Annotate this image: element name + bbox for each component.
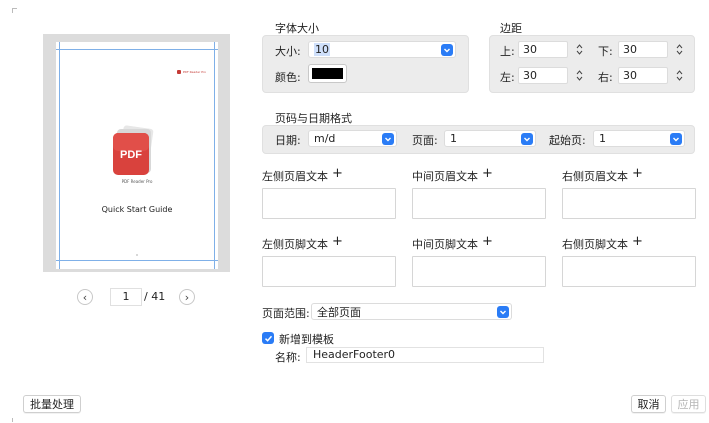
chevron-left-icon: ‹	[82, 290, 88, 304]
prev-page-button[interactable]: ‹	[77, 289, 93, 305]
add-left-footer-button[interactable]: +	[332, 234, 343, 249]
margin-left-field[interactable]: 30	[518, 67, 568, 84]
corner-mark	[12, 418, 14, 422]
margin-right-stepper[interactable]	[675, 68, 684, 83]
margin-left-label: 左:	[500, 71, 515, 84]
right-header-textbox[interactable]	[562, 188, 696, 219]
add-right-footer-button[interactable]: +	[632, 234, 643, 249]
margin-top-label: 上:	[500, 45, 515, 58]
add-right-header-button[interactable]: +	[632, 166, 643, 181]
app-name: PDF Reader Pro	[121, 179, 153, 184]
left-header-label: 左侧页眉文本	[262, 170, 328, 183]
document-title: Quick Start Guide	[101, 205, 173, 214]
page-number-marker	[136, 254, 138, 256]
page-brand: PDF Reader Pro	[176, 70, 206, 74]
page-range-select[interactable]: 全部页面	[311, 303, 512, 320]
center-header-label: 中间页眉文本	[412, 170, 478, 183]
color-label: 颜色:	[275, 71, 301, 84]
checkmark-icon	[264, 335, 272, 342]
margin-bottom-field[interactable]: 30	[618, 41, 668, 58]
start-page-label: 起始页:	[549, 134, 586, 147]
brand-label: PDF Reader Pro	[182, 70, 206, 74]
date-format-select[interactable]: m/d	[308, 130, 397, 147]
center-footer-label: 中间页脚文本	[412, 238, 478, 251]
center-header-textbox[interactable]	[412, 188, 546, 219]
chevron-right-icon: ›	[184, 290, 190, 304]
margin-bottom-label: 下:	[598, 45, 613, 58]
chevron-down-icon	[497, 306, 509, 318]
start-page-select[interactable]: 1	[593, 130, 685, 147]
template-name-input[interactable]: HeaderFooter0	[306, 347, 544, 363]
left-header-textbox[interactable]	[262, 188, 396, 219]
date-format-value: m/d	[314, 132, 336, 145]
margin-guide	[56, 49, 218, 50]
add-left-header-button[interactable]: +	[332, 166, 343, 181]
cancel-button[interactable]: 取消	[631, 395, 666, 413]
corner-mark	[12, 8, 17, 13]
stepper-arrows-icon	[676, 70, 683, 81]
margin-guide	[214, 42, 215, 269]
center-footer-textbox[interactable]	[412, 256, 546, 287]
margins-title: 边距	[500, 22, 522, 35]
page-range-value: 全部页面	[317, 305, 361, 319]
page-format-select[interactable]: 1	[444, 130, 536, 147]
pdf-app-icon: PDF	[113, 125, 154, 175]
size-label: 大小:	[275, 45, 301, 58]
preview-page: PDF Reader Pro PDF PDF Reader Pro Quick …	[56, 42, 218, 269]
chevron-down-icon	[441, 44, 453, 56]
margin-right-label: 右:	[598, 71, 613, 84]
stepper-arrows-icon	[576, 70, 583, 81]
chevron-down-icon	[521, 133, 533, 145]
font-size-select[interactable]: 10	[308, 41, 456, 58]
right-footer-label: 右侧页脚文本	[562, 238, 628, 251]
margin-bottom-stepper[interactable]	[675, 42, 684, 57]
template-name-label: 名称:	[275, 351, 301, 364]
add-to-template-checkbox[interactable]	[262, 332, 274, 344]
page-format-label: 页面:	[412, 134, 438, 147]
add-center-footer-button[interactable]: +	[482, 234, 493, 249]
margin-guide	[59, 42, 60, 269]
margin-top-field[interactable]: 30	[518, 41, 568, 58]
margin-top-stepper[interactable]	[575, 42, 584, 57]
add-center-header-button[interactable]: +	[482, 166, 493, 181]
page-format-value: 1	[450, 132, 457, 145]
page-number-input[interactable]: 1	[110, 288, 142, 306]
date-label: 日期:	[275, 134, 301, 147]
margin-left-stepper[interactable]	[575, 68, 584, 83]
chevron-down-icon	[382, 133, 394, 145]
start-page-value: 1	[599, 132, 606, 145]
stepper-arrows-icon	[576, 44, 583, 55]
margin-right-field[interactable]: 30	[618, 67, 668, 84]
left-footer-textbox[interactable]	[262, 256, 396, 287]
page-total: / 41	[144, 290, 166, 303]
pdf-badge-text: PDF	[120, 149, 142, 161]
left-footer-label: 左侧页脚文本	[262, 238, 328, 251]
right-header-label: 右侧页眉文本	[562, 170, 628, 183]
margin-guide	[56, 260, 218, 261]
brand-logo-icon	[176, 70, 181, 74]
font-size-title: 字体大小	[275, 22, 319, 35]
font-size-value: 10	[314, 43, 330, 56]
right-footer-textbox[interactable]	[562, 256, 696, 287]
batch-process-button[interactable]: 批量处理	[23, 395, 81, 413]
page-date-title: 页码与日期格式	[275, 112, 352, 125]
color-swatch	[312, 68, 343, 79]
chevron-down-icon	[670, 133, 682, 145]
color-picker[interactable]	[308, 64, 347, 83]
next-page-button[interactable]: ›	[179, 289, 195, 305]
apply-button[interactable]: 应用	[671, 395, 706, 413]
add-to-template-label: 新增到模板	[279, 333, 334, 346]
stepper-arrows-icon	[676, 44, 683, 55]
page-range-label: 页面范围:	[262, 307, 310, 320]
